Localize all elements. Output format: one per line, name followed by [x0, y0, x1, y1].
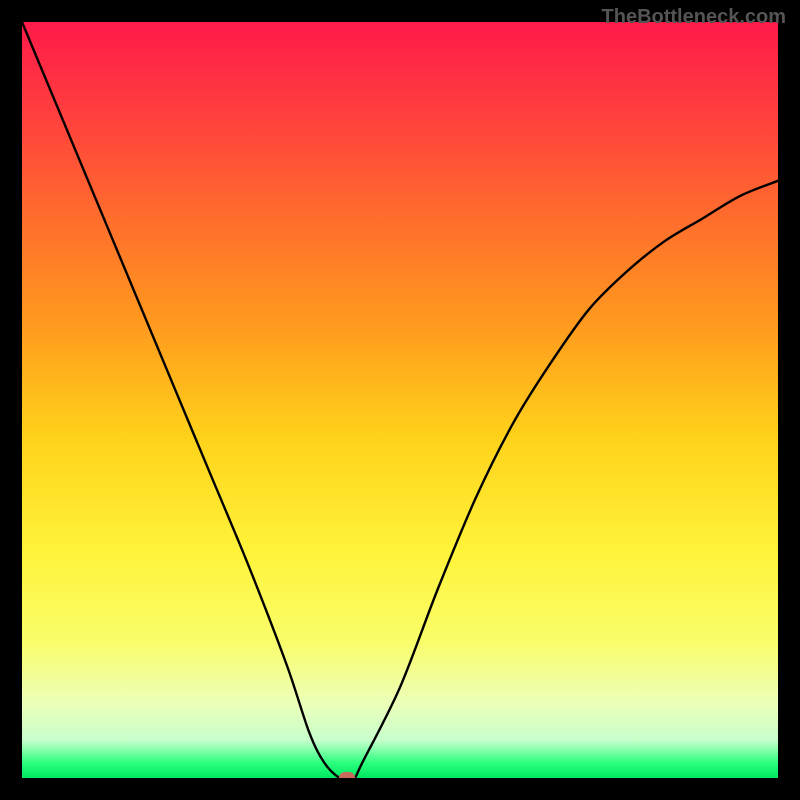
bottleneck-curve-line [22, 22, 778, 778]
chart-curve-svg [22, 22, 778, 778]
chart-plot-area [22, 22, 778, 778]
watermark-text: TheBottleneck.com [602, 6, 786, 29]
optimum-marker [339, 772, 355, 778]
